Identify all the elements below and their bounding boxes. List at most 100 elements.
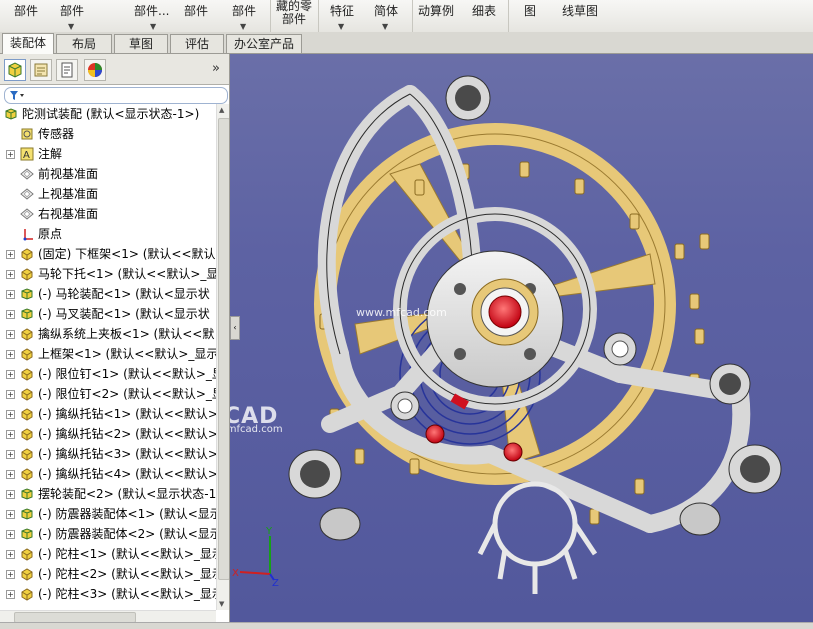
scroll-thumb[interactable] — [218, 118, 229, 580]
tree-expand-icon[interactable]: + — [6, 470, 15, 479]
tree-item[interactable]: + (-) 陀柱<1> (默认<<默认>_显示 — [0, 544, 216, 564]
tree-item-label: (-) 马叉装配<1> (默认<显示状 — [38, 307, 210, 321]
tree-item-label: 上视基准面 — [38, 187, 99, 201]
ribbon-separator — [412, 0, 413, 32]
tree-item[interactable]: + (固定) 下框架<1> (默认<<默认 — [0, 244, 216, 264]
watermark-url: www.mfcad.com — [356, 306, 447, 319]
display-manager-tab-icon[interactable] — [84, 59, 106, 81]
dropdown-arrow-icon[interactable]: ▼ — [338, 22, 344, 31]
tree-expand-icon[interactable]: + — [6, 450, 15, 459]
tree-expand-icon[interactable]: + — [6, 570, 15, 579]
assembly-icon — [21, 288, 33, 300]
tree-item[interactable]: 原点 — [0, 224, 216, 244]
tree-expand-icon[interactable]: + — [6, 550, 15, 559]
tree-expand-icon[interactable]: + — [6, 490, 15, 499]
tree-expand-icon[interactable]: + — [6, 310, 15, 319]
tree-expand-icon[interactable]: + — [6, 290, 15, 299]
tree-item[interactable]: + A 注解 — [0, 144, 216, 164]
tree-item-label: (-) 擒纵托钻<1> (默认<<默认> — [38, 407, 216, 421]
tab-evaluate[interactable]: 评估 — [170, 34, 224, 53]
panel-expand-arrow-icon[interactable]: » — [212, 61, 220, 76]
ribbon-button-6[interactable]: 部件 — [232, 0, 256, 18]
ribbon-button-explode-line-sketch[interactable]: 线草图 — [562, 0, 598, 18]
scroll-down-arrow-icon[interactable]: ▼ — [219, 600, 227, 608]
tree-item-label: 传感器 — [38, 127, 75, 141]
ribbon-button-5[interactable]: 部件 — [184, 0, 208, 18]
panel-tabs: » — [0, 54, 229, 85]
tree-item-label: 擒纵系统上夹板<1> (默认<<默 — [38, 327, 215, 341]
ribbon-separator — [318, 0, 319, 32]
tree-expand-icon[interactable]: + — [6, 590, 15, 599]
tree-item[interactable]: + (-) 限位钉<1> (默认<<默认>_显 — [0, 364, 216, 384]
tree-item[interactable]: 右视基准面 — [0, 204, 216, 224]
tourbillon-assembly-model[interactable]: Y X Z — [230, 54, 813, 622]
ribbon-separator — [508, 0, 509, 32]
part-icon — [21, 268, 33, 281]
ribbon-button-4[interactable]: 部件... — [134, 0, 169, 18]
ribbon-button-simplify[interactable]: 简体 — [374, 0, 398, 18]
tree-item[interactable]: + (-) 陀柱<3> (默认<<默认>_显示 — [0, 584, 216, 604]
tree-item[interactable]: + (-) 擒纵托钻<4> (默认<<默认> — [0, 464, 216, 484]
tree-item[interactable]: + (-) 马叉装配<1> (默认<显示状 — [0, 304, 216, 324]
tree-filter-input[interactable] — [4, 87, 228, 104]
tree-expand-icon[interactable]: + — [6, 410, 15, 419]
ribbon-button-motion-study[interactable]: 动算例 — [418, 0, 454, 18]
svg-text:Z: Z — [272, 578, 279, 589]
command-manager-tabs: 装配体 布局 草图 评估 办公室产品 — [0, 32, 813, 54]
assembly-icon — [21, 508, 33, 520]
ribbon-button-2[interactable]: 部件 — [60, 0, 84, 18]
tree-expand-icon[interactable]: + — [6, 150, 15, 159]
tree-item[interactable]: + (-) 防震器装配体<1> (默认<显示 — [0, 504, 216, 524]
tree-item[interactable]: 传感器 — [0, 124, 216, 144]
tree-item[interactable]: 上视基准面 — [0, 184, 216, 204]
ribbon-button-1[interactable]: 部件 — [14, 0, 38, 18]
sensor-icon — [21, 128, 33, 140]
tree-expand-icon[interactable]: + — [6, 530, 15, 539]
tab-sketch[interactable]: 草图 — [114, 34, 168, 53]
scroll-up-arrow-icon[interactable]: ▲ — [219, 106, 227, 114]
configuration-manager-tab-icon[interactable] — [56, 59, 78, 81]
graphics-viewport[interactable]: 🔍︎ 🔍︎ ✎ ▣ ◧ ◨ — [230, 54, 813, 622]
dropdown-arrow-icon[interactable]: ▼ — [240, 22, 246, 31]
tree-item[interactable]: + 上框架<1> (默认<<默认>_显示 — [0, 344, 216, 364]
tree-expand-icon[interactable]: + — [6, 330, 15, 339]
property-manager-tab-icon[interactable] — [30, 59, 52, 81]
tree-item-label: 原点 — [38, 227, 63, 241]
tree-expand-icon[interactable]: + — [6, 370, 15, 379]
ribbon-button-feature[interactable]: 特征 — [330, 0, 354, 18]
tree-item[interactable]: + 马轮下托<1> (默认<<默认>_显 — [0, 264, 216, 284]
tree-expand-icon[interactable]: + — [6, 270, 15, 279]
ribbon-button-exploded-view[interactable]: 图 — [524, 0, 536, 18]
tree-item[interactable]: + (-) 陀柱<2> (默认<<默认>_显示 — [0, 564, 216, 584]
panel-collapse-handle[interactable]: ‹ — [230, 316, 240, 340]
tab-office-products[interactable]: 办公室产品 — [226, 34, 302, 53]
tree-expand-icon[interactable]: + — [6, 430, 15, 439]
tree-vertical-scrollbar[interactable]: ▲ ▼ — [216, 104, 229, 610]
tree-item[interactable]: + 摆轮装配<2> (默认<显示状态-1 — [0, 484, 216, 504]
dropdown-arrow-icon[interactable]: ▼ — [68, 22, 74, 31]
tree-item[interactable]: + (-) 限位钉<2> (默认<<默认>_显 — [0, 384, 216, 404]
tree-expand-icon[interactable]: + — [6, 250, 15, 259]
part-icon — [21, 548, 33, 561]
axis-triad-icon: Y X Z — [232, 526, 279, 589]
dropdown-arrow-icon[interactable]: ▼ — [382, 22, 388, 31]
tree-item[interactable]: + (-) 马轮装配<1> (默认<显示状 — [0, 284, 216, 304]
tree-expand-icon[interactable]: + — [6, 390, 15, 399]
tree-expand-icon[interactable]: + — [6, 510, 15, 519]
tree-item[interactable]: 前视基准面 — [0, 164, 216, 184]
feature-tree-tab-icon[interactable] — [4, 59, 26, 81]
tree-expand-icon[interactable]: + — [6, 350, 15, 359]
ribbon-button-hidden-parts[interactable]: 藏的零部件 — [276, 0, 312, 26]
tree-item[interactable]: + (-) 擒纵托钻<3> (默认<<默认> — [0, 444, 216, 464]
tree-item[interactable]: + 擒纵系统上夹板<1> (默认<<默 — [0, 324, 216, 344]
tree-item[interactable]: 陀测试装配 (默认<显示状态-1>) — [0, 104, 216, 124]
dropdown-arrow-icon[interactable]: ▼ — [150, 22, 156, 31]
tab-assembly[interactable]: 装配体 — [2, 33, 54, 54]
tab-layout[interactable]: 布局 — [56, 34, 112, 53]
tree-item[interactable]: + (-) 擒纵托钻<1> (默认<<默认> — [0, 404, 216, 424]
ribbon-button-bom[interactable]: 细表 — [472, 0, 496, 18]
tree-item[interactable]: + (-) 防震器装配体<2> (默认<显示 — [0, 524, 216, 544]
tree-item[interactable]: + (-) 擒纵托钻<2> (默认<<默认> — [0, 424, 216, 444]
svg-text:X: X — [232, 568, 239, 579]
annotation-icon: A — [20, 147, 34, 161]
